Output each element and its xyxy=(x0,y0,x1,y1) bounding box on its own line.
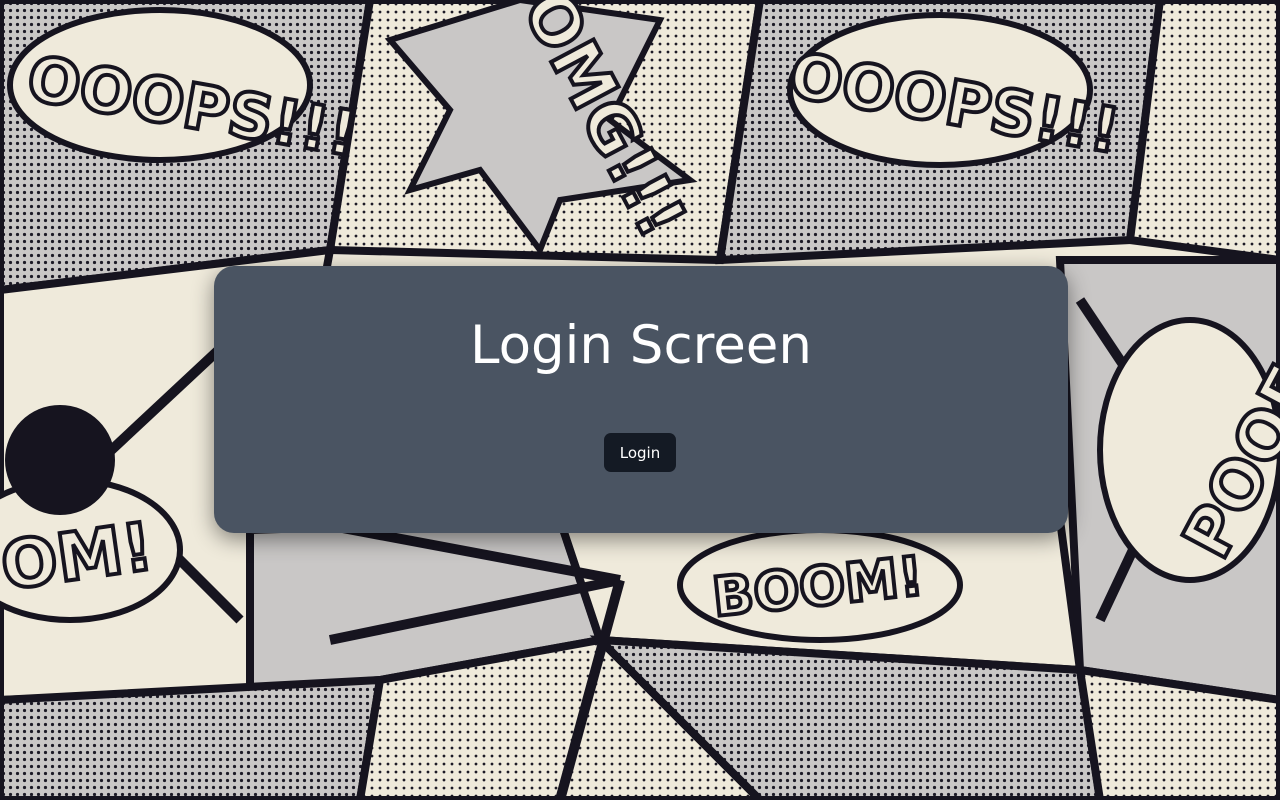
login-button[interactable]: Login xyxy=(604,433,676,472)
login-card: Login Screen Login xyxy=(214,266,1068,533)
bomb-icon xyxy=(5,405,115,515)
login-title: Login Screen xyxy=(469,315,813,376)
